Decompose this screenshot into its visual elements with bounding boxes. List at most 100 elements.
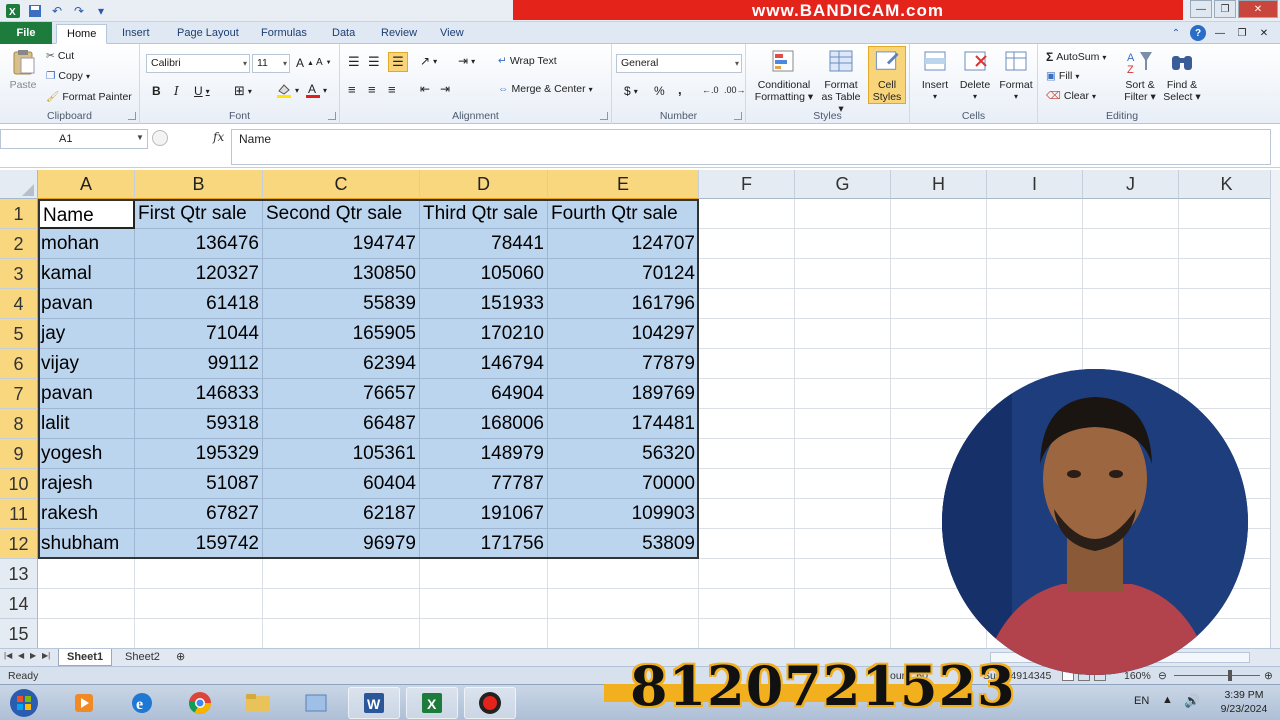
row-header-12[interactable]: 12 xyxy=(0,529,38,559)
excel-app-icon[interactable]: X xyxy=(4,3,22,19)
align-right-button[interactable]: ≡ xyxy=(388,82,396,97)
tab-file[interactable]: File xyxy=(0,22,52,44)
cell[interactable]: pavan xyxy=(38,289,135,319)
currency-button[interactable]: $ ▾ xyxy=(624,84,638,98)
cell[interactable] xyxy=(699,229,795,259)
clear-button[interactable]: ⌫ Clear ▾ xyxy=(1046,90,1096,102)
row-header-10[interactable]: 10 xyxy=(0,469,38,499)
workbook-close-icon[interactable]: ✕ xyxy=(1256,25,1272,41)
column-header-e[interactable]: E xyxy=(548,170,699,199)
column-header-g[interactable]: G xyxy=(795,170,891,199)
cell[interactable]: 78441 xyxy=(420,229,548,259)
cell[interactable] xyxy=(38,589,135,619)
chevron-down-icon[interactable]: ▼ xyxy=(136,133,144,142)
save-icon[interactable] xyxy=(26,3,44,19)
increase-indent-button[interactable]: ⇥ xyxy=(440,82,450,96)
cell[interactable] xyxy=(1179,349,1270,379)
cell[interactable]: 70000 xyxy=(548,469,699,499)
cell[interactable] xyxy=(795,469,891,499)
font-launcher-icon[interactable] xyxy=(328,112,336,120)
tab-review[interactable]: Review xyxy=(371,24,427,44)
percent-button[interactable]: % xyxy=(654,84,665,98)
cell[interactable] xyxy=(987,319,1083,349)
column-header-b[interactable]: B xyxy=(135,170,263,199)
name-box[interactable]: A1 xyxy=(0,129,148,149)
close-icon[interactable]: ✕ xyxy=(1238,0,1278,18)
zoom-in-icon[interactable]: ⊕ xyxy=(1264,668,1273,684)
cell[interactable]: 168006 xyxy=(420,409,548,439)
cell[interactable] xyxy=(1083,229,1179,259)
cell[interactable] xyxy=(795,349,891,379)
cell[interactable] xyxy=(548,559,699,589)
wrap-text-button[interactable]: ↵ Wrap Text xyxy=(498,55,557,67)
minimize-ribbon-icon[interactable]: ⌃ xyxy=(1168,25,1184,41)
cell[interactable]: 77787 xyxy=(420,469,548,499)
cell[interactable]: mohan xyxy=(38,229,135,259)
language-indicator[interactable]: EN xyxy=(1134,695,1149,707)
tab-data[interactable]: Data xyxy=(322,24,365,44)
cell[interactable]: 62187 xyxy=(263,499,420,529)
cell[interactable] xyxy=(795,589,891,619)
cell[interactable]: 64904 xyxy=(420,379,548,409)
cell[interactable] xyxy=(699,319,795,349)
cell[interactable] xyxy=(891,259,987,289)
cell[interactable] xyxy=(135,619,263,649)
format-as-table-button[interactable]: Format as Table ▾ xyxy=(818,48,864,115)
column-header-f[interactable]: F xyxy=(699,170,795,199)
header-cell[interactable]: Name xyxy=(38,199,135,229)
zoom-slider-thumb[interactable] xyxy=(1228,670,1232,681)
cell[interactable] xyxy=(699,289,795,319)
borders-button[interactable]: ⊞ ▾ xyxy=(234,83,252,99)
sheet-tab-sheet1[interactable]: Sheet1 xyxy=(58,649,113,666)
row-header-6[interactable]: 6 xyxy=(0,349,38,379)
format-cells-button[interactable]: Format ▾ xyxy=(996,48,1036,103)
grow-font-button[interactable]: A ▲ xyxy=(296,56,314,70)
cell[interactable] xyxy=(1083,319,1179,349)
tab-insert[interactable]: Insert xyxy=(112,24,160,44)
cell[interactable]: 165905 xyxy=(263,319,420,349)
cell[interactable]: rakesh xyxy=(38,499,135,529)
tab-formulas[interactable]: Formulas xyxy=(251,24,317,44)
row-header-15[interactable]: 15 xyxy=(0,619,38,649)
cell[interactable] xyxy=(420,559,548,589)
align-center-button[interactable]: ≡ xyxy=(368,82,376,97)
conditional-formatting-button[interactable]: Conditional Formatting ▾ xyxy=(752,48,816,103)
cell[interactable]: 161796 xyxy=(548,289,699,319)
cell[interactable]: 151933 xyxy=(420,289,548,319)
cell[interactable] xyxy=(795,559,891,589)
volume-icon[interactable]: 🔊 xyxy=(1184,693,1200,709)
align-middle-button[interactable]: ☰ xyxy=(368,54,380,70)
cell[interactable] xyxy=(699,349,795,379)
header-cell[interactable]: Third Qtr sale xyxy=(420,199,548,229)
cell[interactable] xyxy=(891,319,987,349)
cut-button[interactable]: ✂ Cut xyxy=(46,50,74,62)
cell[interactable] xyxy=(263,619,420,649)
cell[interactable]: 55839 xyxy=(263,289,420,319)
shrink-font-button[interactable]: A ▼ xyxy=(316,57,332,68)
zoom-out-icon[interactable]: ⊖ xyxy=(1158,668,1167,684)
taskbar-file-explorer[interactable] xyxy=(232,687,284,719)
header-cell[interactable]: First Qtr sale xyxy=(135,199,263,229)
underline-button[interactable]: U ▾ xyxy=(194,84,210,98)
redo-icon[interactable]: ↷ xyxy=(70,3,88,19)
cell[interactable]: 189769 xyxy=(548,379,699,409)
cell[interactable] xyxy=(548,589,699,619)
cell[interactable]: 105060 xyxy=(420,259,548,289)
cell[interactable]: 109903 xyxy=(548,499,699,529)
cell[interactable] xyxy=(891,229,987,259)
cell[interactable] xyxy=(795,229,891,259)
fill-button[interactable]: ▣ Fill ▾ xyxy=(1046,70,1079,82)
minimize-icon[interactable]: — xyxy=(1190,0,1212,18)
header-cell[interactable]: Fourth Qtr sale xyxy=(548,199,699,229)
number-launcher-icon[interactable] xyxy=(734,112,742,120)
row-header-9[interactable]: 9 xyxy=(0,439,38,469)
orientation-button[interactable]: ↗ ▾ xyxy=(420,54,437,68)
cell[interactable]: 146794 xyxy=(420,349,548,379)
cell[interactable]: 77879 xyxy=(548,349,699,379)
increase-decimal-button[interactable]: ←.0 xyxy=(702,85,719,95)
cell[interactable]: kamal xyxy=(38,259,135,289)
last-sheet-icon[interactable]: ▶| xyxy=(42,651,50,660)
customize-qat-icon[interactable]: ▾ xyxy=(92,3,110,19)
cell[interactable]: 130850 xyxy=(263,259,420,289)
cell[interactable] xyxy=(795,619,891,649)
